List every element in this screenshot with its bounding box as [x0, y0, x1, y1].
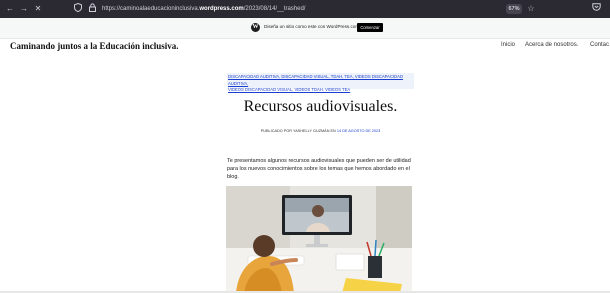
shield-icon[interactable]: [72, 2, 84, 15]
nav-item-acerca[interactable]: Acerca de nosotros.: [525, 42, 578, 48]
browser-toolbar: ← → ✕ https://caminoalaeducacioninclusiv…: [0, 0, 610, 18]
pocket-icon[interactable]: [590, 3, 602, 15]
post-title: Recursos audiovisuales.: [243, 98, 398, 115]
nav-item-contacto[interactable]: Contac: [590, 42, 609, 48]
lock-icon[interactable]: [86, 3, 98, 15]
close-icon[interactable]: ✕: [32, 3, 44, 15]
zoom-level-badge[interactable]: 67%: [506, 4, 522, 14]
nav-item-inicio[interactable]: Inicio: [501, 42, 515, 48]
post-categories: DISCAPACIDAD AUDITIVA, DISCAPACIDAD VISU…: [227, 73, 414, 92]
post-byline: PUBLICADO POR YASHELLY GUZMÁN EN 14 DE A…: [227, 129, 414, 133]
post-featured-image: [226, 186, 412, 293]
byline-author: PUBLICADO POR YASHELLY GUZMÁN EN: [260, 129, 336, 133]
url-suffix: /2023/08/14/__trashed/: [243, 6, 306, 12]
start-button[interactable]: Comenzar: [357, 23, 383, 32]
bookmark-star-icon[interactable]: ☆: [525, 3, 537, 15]
forward-arrow-icon[interactable]: →: [18, 3, 30, 15]
site-title[interactable]: Caminando juntos a la Educación inclusiv…: [10, 41, 179, 51]
wp-banner-text: Diseña un sitio como este con WordPress.…: [264, 24, 360, 29]
post-excerpt: Te presentamos algunos recursos audiovis…: [227, 158, 411, 180]
wordpress-logo-icon: W: [251, 23, 260, 32]
wordpress-promo-banner: W Diseña un sitio como este con WordPres…: [0, 18, 610, 39]
url-prefix: https://caminoalaeducacioninclusiva.: [102, 6, 200, 12]
byline-date-link[interactable]: 14 DE AGOSTO DE 2023: [337, 129, 380, 133]
url-domain: wordpress.com: [199, 6, 244, 12]
category-links-line-2[interactable]: VIDEOS DISCAPACIDAD VISUAL, VIDEOS TDAH,…: [228, 87, 413, 94]
address-bar[interactable]: https://caminoalaeducacioninclusiva.word…: [102, 3, 498, 15]
category-links-line-1[interactable]: DISCAPACIDAD AUDITIVA, DISCAPACIDAD VISU…: [228, 74, 413, 87]
back-arrow-icon[interactable]: ←: [4, 3, 16, 15]
